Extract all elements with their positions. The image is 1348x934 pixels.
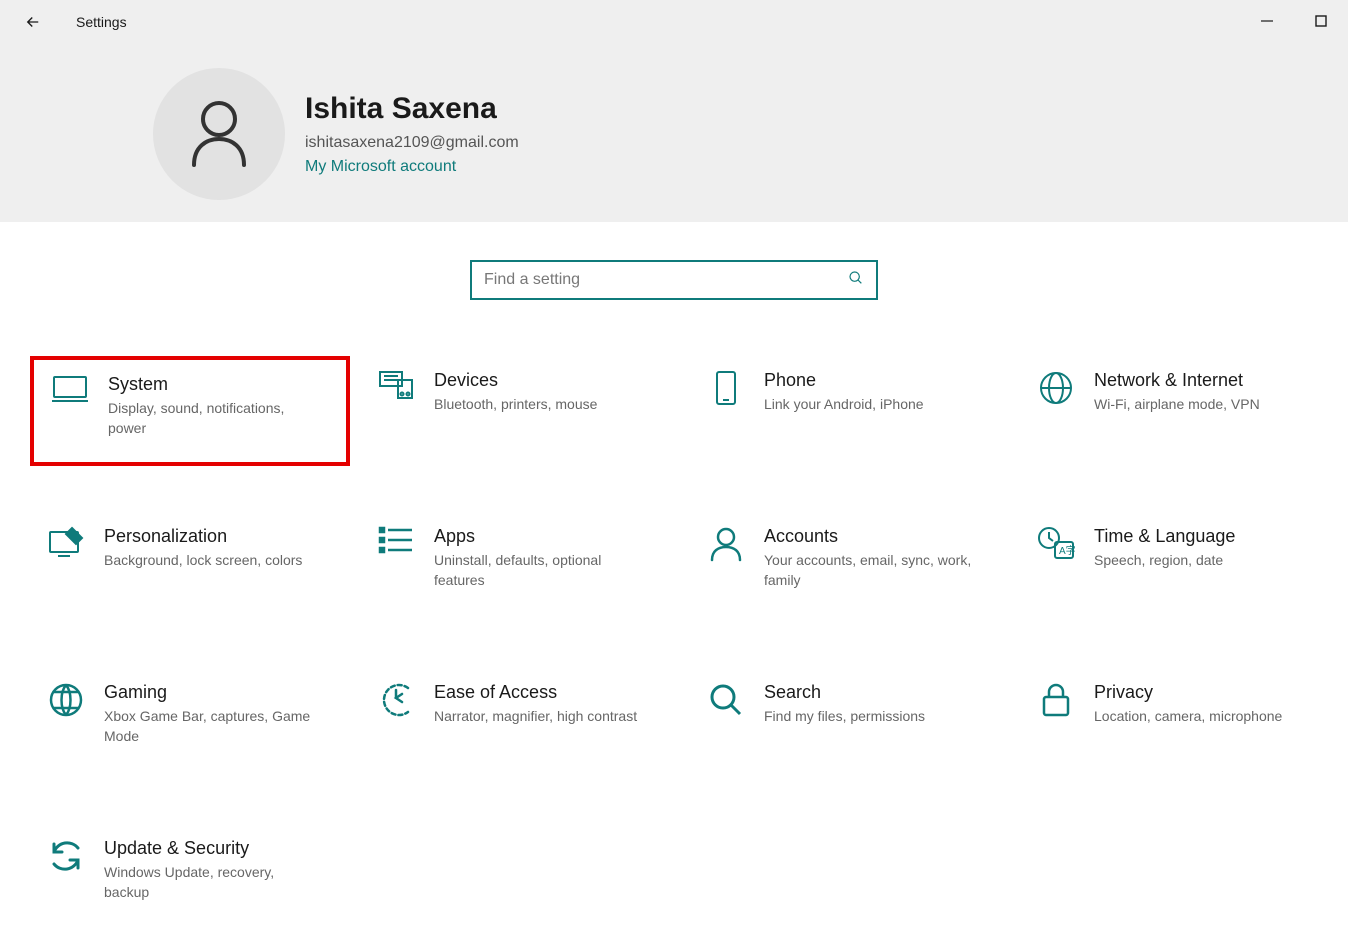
maximize-button[interactable] [1314, 14, 1328, 28]
category-desc: Background, lock screen, colors [104, 551, 302, 571]
globe-icon [1032, 370, 1080, 410]
category-desc: Link your Android, iPhone [764, 395, 924, 415]
category-ease-of-access[interactable]: Ease of Access Narrator, magnifier, high… [360, 668, 680, 778]
title-row: Settings [0, 0, 1348, 44]
category-network[interactable]: Network & Internet Wi-Fi, airplane mode,… [1020, 356, 1340, 466]
search-icon [848, 270, 864, 291]
category-title: Privacy [1094, 682, 1282, 703]
category-title: Network & Internet [1094, 370, 1260, 391]
category-texts: Phone Link your Android, iPhone [764, 370, 924, 452]
category-phone[interactable]: Phone Link your Android, iPhone [690, 356, 1010, 466]
category-texts: Apps Uninstall, defaults, optional featu… [434, 526, 644, 608]
category-texts: Personalization Background, lock screen,… [104, 526, 302, 608]
category-texts: Ease of Access Narrator, magnifier, high… [434, 682, 637, 764]
category-texts: Devices Bluetooth, printers, mouse [434, 370, 597, 452]
category-title: Personalization [104, 526, 302, 547]
category-texts: Network & Internet Wi-Fi, airplane mode,… [1094, 370, 1260, 452]
personalization-icon [42, 526, 90, 566]
category-desc: Bluetooth, printers, mouse [434, 395, 597, 415]
time-language-icon: A字 [1032, 526, 1080, 566]
category-title: Search [764, 682, 925, 703]
profile-texts: Ishita Saxena ishitasaxena2109@gmail.com… [305, 92, 519, 176]
category-search[interactable]: Search Find my files, permissions [690, 668, 1010, 778]
category-title: Apps [434, 526, 644, 547]
category-gaming[interactable]: Gaming Xbox Game Bar, captures, Game Mod… [30, 668, 350, 778]
profile-area: Ishita Saxena ishitasaxena2109@gmail.com… [0, 44, 1348, 200]
category-accounts[interactable]: Accounts Your accounts, email, sync, wor… [690, 512, 1010, 622]
devices-icon [372, 370, 420, 410]
category-privacy[interactable]: Privacy Location, camera, microphone [1020, 668, 1340, 778]
search-box[interactable] [470, 260, 878, 300]
category-devices[interactable]: Devices Bluetooth, printers, mouse [360, 356, 680, 466]
apps-icon [372, 526, 420, 566]
ease-of-access-icon [372, 682, 420, 722]
category-system[interactable]: System Display, sound, notifications, po… [30, 356, 350, 466]
accounts-icon [702, 526, 750, 566]
svg-text:A字: A字 [1059, 544, 1075, 557]
category-desc: Narrator, magnifier, high contrast [434, 707, 637, 727]
category-title: Ease of Access [434, 682, 637, 703]
category-desc: Windows Update, recovery, backup [104, 863, 314, 902]
update-icon [42, 838, 90, 878]
category-desc: Xbox Game Bar, captures, Game Mode [104, 707, 314, 746]
category-texts: Accounts Your accounts, email, sync, wor… [764, 526, 974, 608]
category-desc: Location, camera, microphone [1094, 707, 1282, 727]
minimize-icon [1261, 15, 1273, 27]
search-row [0, 260, 1348, 300]
category-title: Update & Security [104, 838, 314, 859]
search-input[interactable] [484, 271, 848, 289]
category-texts: Update & Security Windows Update, recove… [104, 838, 314, 920]
category-desc: Uninstall, defaults, optional features [434, 551, 644, 590]
category-title: Phone [764, 370, 924, 391]
maximize-icon [1315, 15, 1327, 27]
category-texts: Time & Language Speech, region, date [1094, 526, 1235, 608]
category-update-security[interactable]: Update & Security Windows Update, recove… [30, 824, 350, 934]
category-texts: Gaming Xbox Game Bar, captures, Game Mod… [104, 682, 314, 764]
category-desc: Speech, region, date [1094, 551, 1235, 571]
back-button[interactable] [24, 13, 42, 31]
category-texts: Privacy Location, camera, microphone [1094, 682, 1282, 764]
categories-grid: System Display, sound, notifications, po… [0, 300, 1348, 934]
category-apps[interactable]: Apps Uninstall, defaults, optional featu… [360, 512, 680, 622]
category-title: Accounts [764, 526, 974, 547]
header-bar: Settings Ishita Saxena ishitasaxena2109@… [0, 0, 1348, 222]
avatar[interactable] [153, 68, 285, 200]
category-desc: Wi-Fi, airplane mode, VPN [1094, 395, 1260, 415]
category-desc: Find my files, permissions [764, 707, 925, 727]
category-personalization[interactable]: Personalization Background, lock screen,… [30, 512, 350, 622]
display-icon [46, 374, 94, 414]
gaming-icon [42, 682, 90, 722]
category-desc: Your accounts, email, sync, work, family [764, 551, 974, 590]
category-title: System [108, 374, 318, 395]
microsoft-account-link[interactable]: My Microsoft account [305, 158, 519, 176]
category-title: Devices [434, 370, 597, 391]
category-texts: System Display, sound, notifications, po… [108, 374, 318, 448]
avatar-icon [188, 99, 250, 169]
arrow-left-icon [24, 13, 42, 31]
category-title: Gaming [104, 682, 314, 703]
window-title: Settings [76, 14, 127, 30]
category-time-language[interactable]: A字 Time & Language Speech, region, date [1020, 512, 1340, 622]
search-cat-icon [702, 682, 750, 722]
privacy-icon [1032, 682, 1080, 722]
category-title: Time & Language [1094, 526, 1235, 547]
profile-name: Ishita Saxena [305, 92, 519, 126]
profile-email: ishitasaxena2109@gmail.com [305, 134, 519, 152]
window-controls [1260, 14, 1328, 28]
category-texts: Search Find my files, permissions [764, 682, 925, 764]
category-desc: Display, sound, notifications, power [108, 399, 318, 438]
minimize-button[interactable] [1260, 14, 1274, 28]
phone-icon [702, 370, 750, 410]
